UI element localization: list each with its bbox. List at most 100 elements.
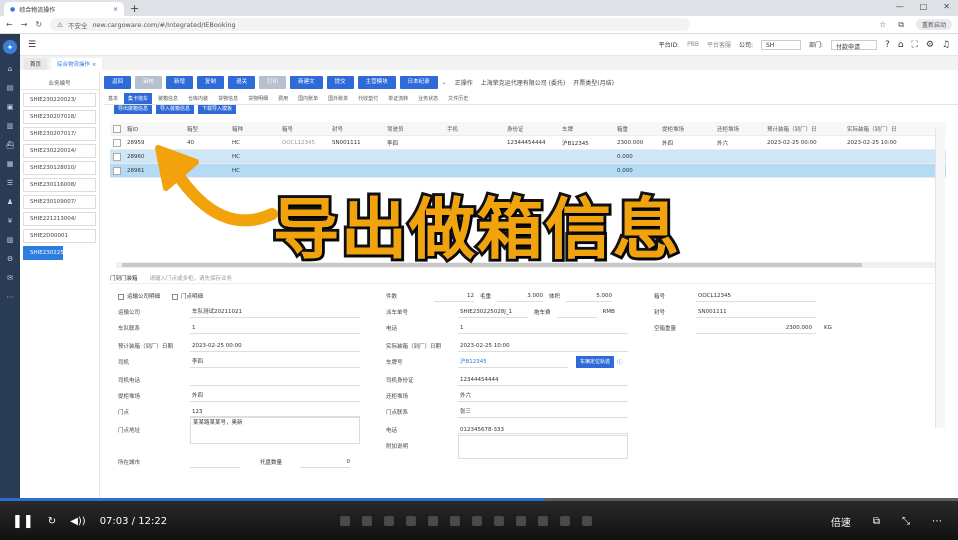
home-icon[interactable]: ⌂ [898, 40, 904, 50]
subtab-cargo-detail[interactable]: 货物明细 [244, 93, 272, 104]
col-header[interactable]: 箱型 [184, 125, 229, 133]
nav-more-icon[interactable]: ⋯ [7, 293, 14, 301]
booking-item[interactable]: SHIE2D00001 [23, 229, 96, 243]
taskbar-app-icon[interactable] [582, 516, 592, 526]
vehicle-track-button[interactable]: 车辆定位轨迹 [576, 356, 615, 368]
speed-button[interactable]: 倍速 [831, 514, 851, 529]
phone-field[interactable]: 1 [458, 322, 628, 334]
subtab-advance[interactable]: 代收垫付 [354, 93, 382, 104]
submit-button[interactable]: 提交 [326, 75, 354, 89]
driver-phone-field[interactable] [190, 374, 360, 386]
new-tab-icon[interactable]: + [130, 2, 139, 15]
settings-icon[interactable]: ⚙ [926, 40, 934, 50]
nav-docs-icon[interactable]: ▤ [7, 84, 14, 92]
col-header[interactable]: 封号 [329, 125, 384, 133]
restart-button[interactable]: 重新启动 [915, 19, 952, 30]
export-packing-button[interactable]: 导出做箱信息 [114, 105, 153, 114]
row-checkbox[interactable] [113, 166, 121, 175]
extensions-icon[interactable]: ⧉ [898, 20, 904, 30]
nav-truck-icon[interactable]: ▦ [7, 160, 14, 168]
menu-toggle-icon[interactable]: ☰ [28, 40, 36, 50]
booking-item[interactable]: SHIE221213004/ [23, 212, 96, 226]
select-all-checkbox[interactable] [113, 124, 121, 133]
booking-item[interactable]: SHIE230207018/ [23, 110, 96, 124]
volume-field[interactable]: 5.000 [566, 290, 613, 302]
new-doc-button[interactable]: 新建文 [290, 75, 323, 89]
close-window-icon[interactable]: ✕ [943, 2, 950, 11]
door-contact-field[interactable]: 张三 [458, 406, 628, 418]
bookmark-star-icon[interactable]: ☆ [879, 20, 886, 29]
review-button[interactable]: 审核 [135, 75, 163, 89]
booking-item[interactable]: SHIE230109007/ [23, 195, 96, 209]
print-button[interactable]: 打印 [259, 75, 287, 89]
dispatch-field[interactable]: SHIE230225028J_1 [458, 306, 528, 318]
url-bar[interactable]: ⚠ 不安全 new.cargoware.com/#/Integrated/IEB… [50, 18, 691, 31]
col-header[interactable]: 驾驶员 [384, 125, 444, 133]
est-date-field[interactable]: 2023-02-25 00:00 [190, 340, 360, 352]
taskbar-app-icon[interactable] [538, 516, 548, 526]
booking-item-selected[interactable]: SHIE230225028/ [23, 246, 76, 260]
cancel-customs-button[interactable]: 退关 [228, 75, 256, 89]
copy-button[interactable]: 复制 [197, 75, 225, 89]
taskbar-app-icon[interactable] [340, 516, 350, 526]
door-detail-check[interactable]: 门点明细 [172, 292, 203, 300]
nav-report-icon[interactable]: ▧ [7, 236, 14, 244]
seal-field[interactable]: SN001111 [696, 306, 816, 318]
pallets-field[interactable]: 0 [300, 456, 350, 468]
booking-item[interactable]: SHIE230116008/ [23, 178, 96, 192]
log-button[interactable]: 日本纪录 [399, 75, 438, 89]
fullscreen-icon[interactable]: ⛶ [912, 40, 918, 50]
pickup-yard-field[interactable]: 外四 [190, 390, 360, 402]
help-icon[interactable]: ? [885, 40, 890, 50]
booking-item[interactable]: SHIE230220023/ [23, 93, 96, 107]
city-field[interactable] [190, 456, 240, 468]
col-header[interactable]: 手机 [444, 125, 504, 133]
exit-fullscreen-icon[interactable]: ⤡ [902, 516, 910, 527]
subtab-doc-flow[interactable]: 单证流转 [384, 93, 412, 104]
subtab-trucking[interactable]: 集卡拖车 [124, 93, 153, 104]
taskbar-app-icon[interactable] [406, 516, 416, 526]
subtab-warehouse[interactable]: 仓库内装 [184, 93, 212, 104]
taskbar-app-icon[interactable] [494, 516, 504, 526]
col-header[interactable]: 身份证 [504, 125, 559, 133]
import-packing-button[interactable]: 导入装箱信息 [156, 105, 195, 114]
plate-field[interactable]: 沪B12345 [458, 356, 568, 368]
tab-close-icon[interactable]: × [113, 6, 118, 13]
main-module-button[interactable]: 主营模块 [357, 75, 396, 89]
transport-company-field[interactable]: 车队测试20211021 [190, 306, 360, 318]
door-address-field[interactable]: 某某路某某号，奥新 [190, 416, 360, 444]
row-checkbox[interactable] [113, 152, 121, 161]
replay-icon[interactable]: ↻ [48, 516, 56, 527]
col-header[interactable]: 预计装箱（到厂）日 [764, 125, 844, 133]
subtab-packing[interactable]: 装箱信息 [154, 93, 182, 104]
dept-select[interactable]: 付款申请 [831, 39, 878, 51]
back-button[interactable]: 返回 [104, 75, 132, 89]
nav-list-icon[interactable]: ☰ [7, 179, 13, 187]
freight-field[interactable] [556, 306, 597, 318]
back-icon[interactable]: ← [6, 20, 13, 29]
driver-field[interactable]: 李四 [190, 356, 360, 368]
gross-field[interactable]: 3.000 [497, 290, 544, 302]
minimize-icon[interactable]: — [896, 2, 904, 11]
remark-field[interactable] [458, 433, 628, 459]
taskbar-app-icon[interactable] [428, 516, 438, 526]
col-header[interactable]: 箱重 [614, 125, 659, 133]
subtab-fees[interactable]: 费用 [274, 93, 292, 104]
nav-settings-icon[interactable]: ⚙ [7, 255, 13, 263]
booking-item[interactable]: SHIE230128010/ [23, 161, 96, 175]
more-options-icon[interactable]: ⋯ [932, 516, 942, 527]
reload-icon[interactable]: ↻ [35, 20, 42, 29]
col-header[interactable]: 车牌 [559, 125, 614, 133]
col-header[interactable]: 箱号 [279, 125, 329, 133]
driver-id-field[interactable]: 12344454444 [458, 374, 628, 386]
taskbar-app-icon[interactable] [450, 516, 460, 526]
notification-icon[interactable]: ♫ [942, 40, 950, 50]
tab-home[interactable]: 首页 [24, 58, 48, 70]
pause-icon[interactable]: ❚❚ [12, 514, 34, 529]
col-header[interactable]: 箱ID [124, 125, 184, 133]
transport-detail-check[interactable]: 运输公司明细 [118, 292, 160, 300]
col-header[interactable]: 还柜堆场 [714, 125, 764, 133]
volume-icon[interactable]: ◀)) [70, 516, 86, 527]
tare-field[interactable]: 2300.000 [696, 322, 816, 334]
booking-item[interactable]: SHIE230207017/ [23, 127, 96, 141]
